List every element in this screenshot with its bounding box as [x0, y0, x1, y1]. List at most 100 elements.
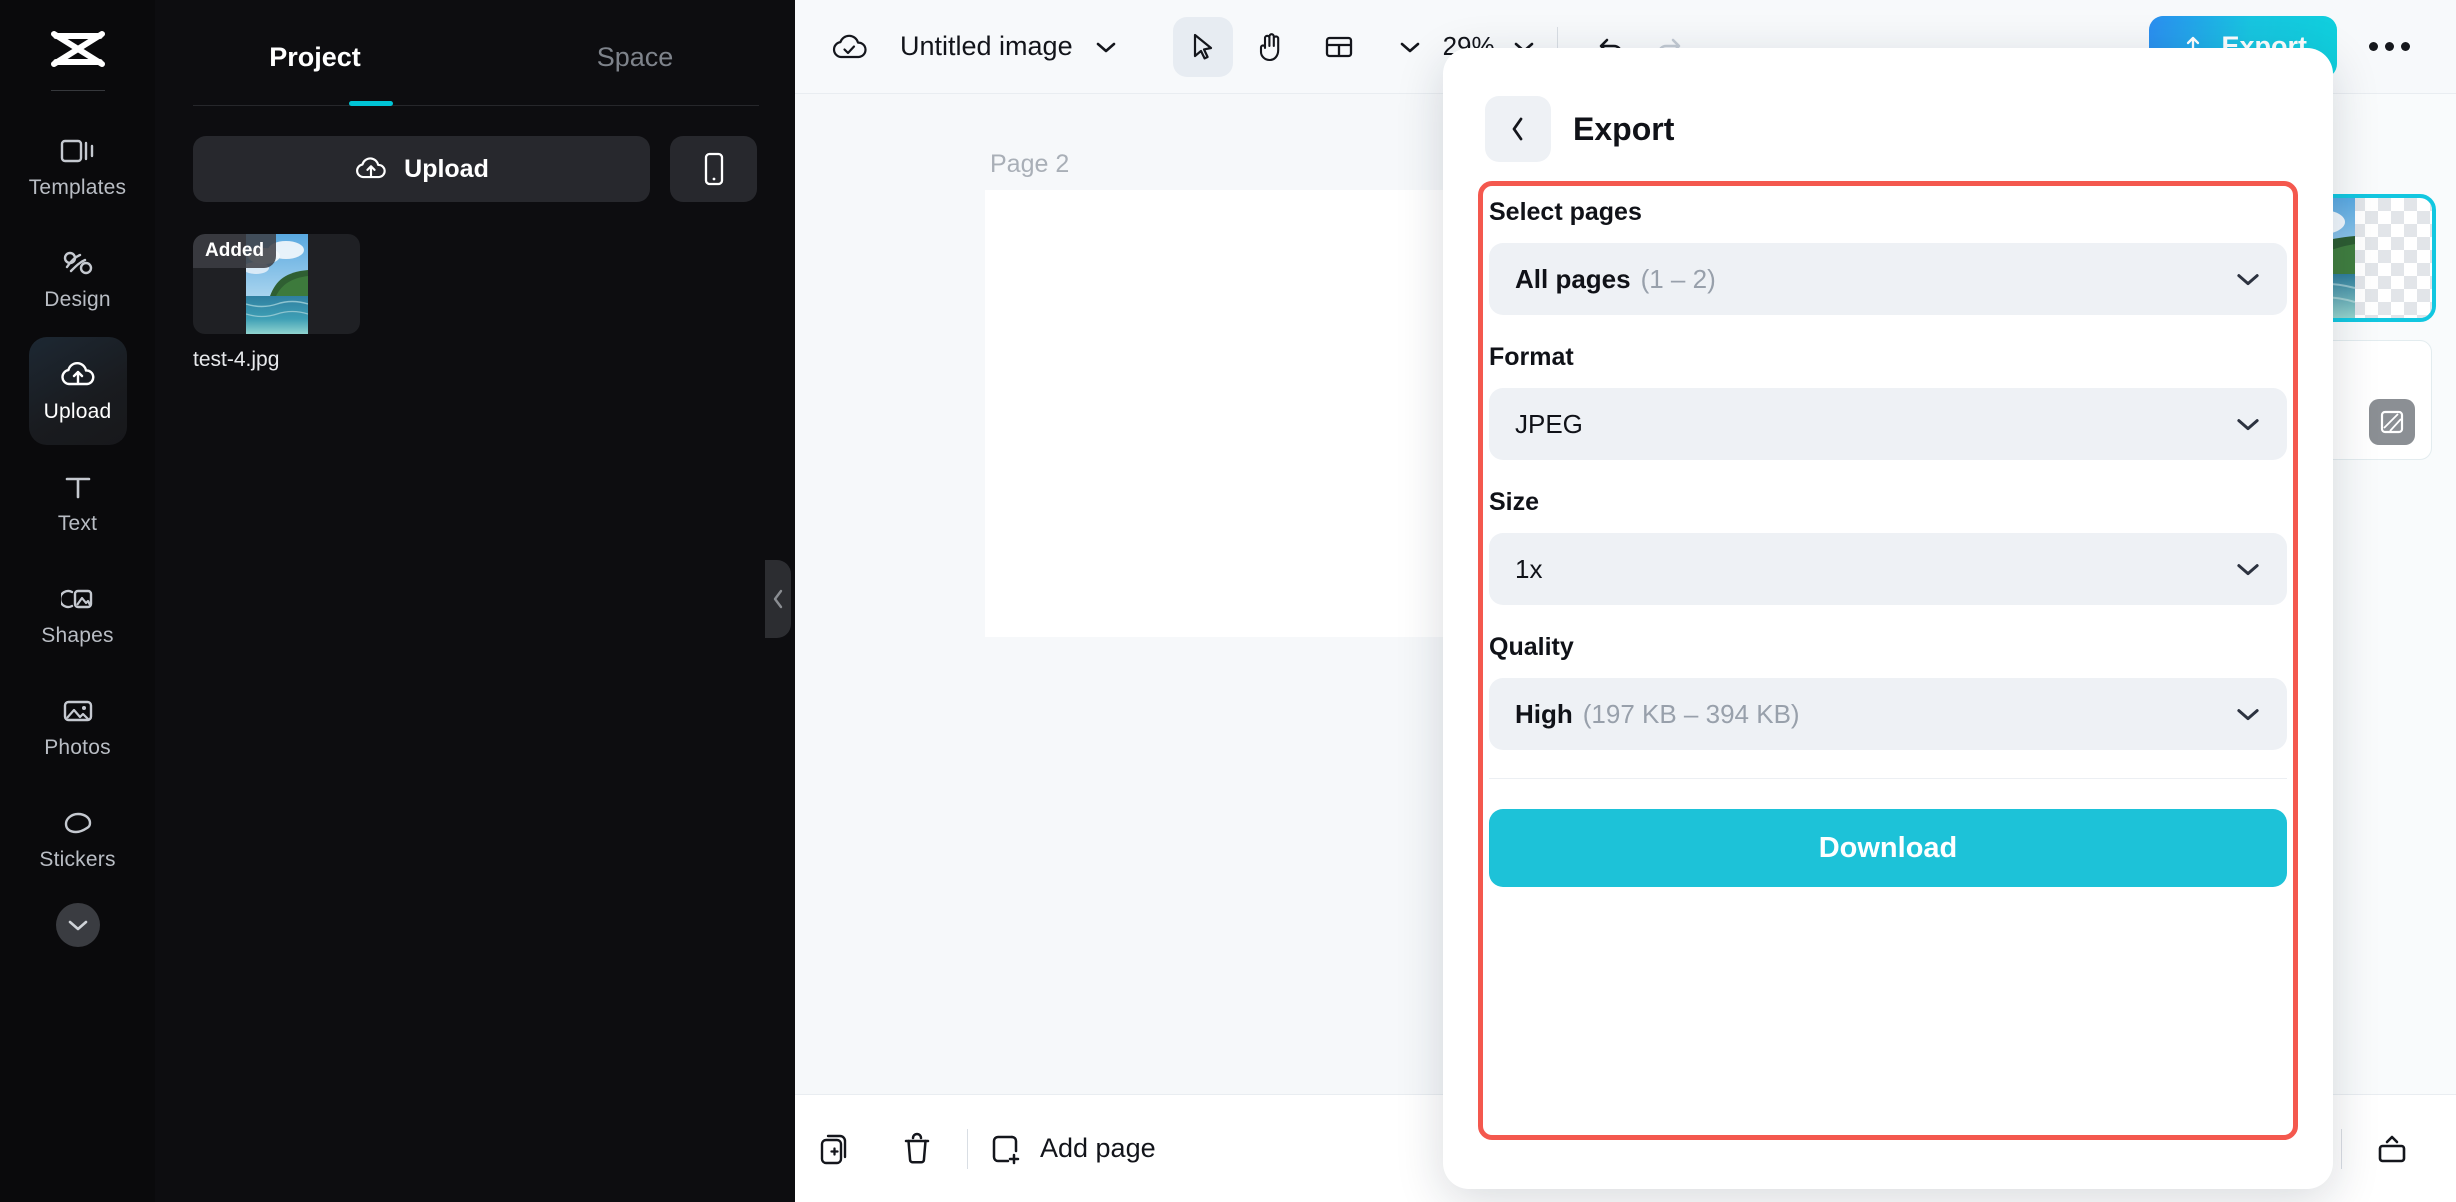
select-pages-value: All pages — [1515, 263, 1631, 294]
upload-cloud-icon — [58, 359, 98, 391]
more-horizontal-icon[interactable] — [2355, 28, 2424, 65]
cloud-saved-icon — [830, 31, 868, 63]
add-page-label: Add page — [1040, 1133, 1156, 1163]
sidebar-item-design[interactable]: Design — [29, 225, 127, 333]
export-panel: Export Select pages All pages (1 – 2) Fo… — [1443, 48, 2333, 1189]
sidebar-item-photos[interactable]: Photos — [29, 673, 127, 781]
sidebar-item-text[interactable]: Text — [29, 449, 127, 557]
asset-list: Added test-4.jpg — [155, 202, 795, 372]
size-dropdown[interactable]: 1x — [1489, 533, 2287, 605]
sidebar-item-label: Text — [57, 511, 98, 535]
upload-from-phone-button[interactable] — [670, 136, 757, 202]
chevron-down-icon[interactable] — [1095, 40, 1117, 54]
sidebar-item-label: Stickers — [39, 847, 116, 871]
left-rail: Templates Design Upload Text Shapes Phot… — [0, 0, 155, 1202]
field-label: Format — [1489, 343, 1574, 371]
upload-button[interactable]: Upload — [193, 136, 650, 202]
shapes-icon — [58, 583, 98, 615]
size-value: 1x — [1515, 553, 1543, 584]
project-panel: Project Space Upload Added test-4.jpg — [155, 0, 795, 1202]
sidebar-item-label: Photos — [44, 735, 111, 759]
list-item[interactable]: Added test-4.jpg — [193, 234, 360, 372]
present-icon — [2375, 1133, 2409, 1165]
select-tool-button[interactable] — [1172, 16, 1233, 77]
sidebar-item-templates[interactable]: Templates — [29, 113, 127, 221]
export-panel-divider — [1489, 778, 2287, 779]
select-pages-range: (1 – 2) — [1640, 263, 1716, 294]
document-title[interactable]: Untitled image — [900, 31, 1073, 62]
asset-thumbnail[interactable]: Added — [193, 234, 360, 334]
duplicate-page-button[interactable] — [807, 1121, 863, 1177]
capcut-logo-icon[interactable] — [46, 22, 110, 76]
sidebar-item-stickers[interactable]: Stickers — [29, 785, 127, 893]
chevron-left-icon — [771, 588, 785, 610]
cursor-arrow-icon — [1189, 32, 1217, 62]
chevron-down-icon — [67, 918, 89, 932]
tab-space[interactable]: Space — [475, 34, 795, 73]
chevron-down-icon[interactable] — [1399, 40, 1421, 54]
hand-tool-button[interactable] — [1241, 17, 1301, 77]
mobile-phone-icon — [702, 152, 726, 186]
project-tabs: Project Space — [155, 0, 795, 106]
design-icon — [58, 247, 98, 279]
present-button[interactable] — [2364, 1121, 2420, 1177]
export-panel-header: Export — [1443, 48, 2333, 162]
bottom-toolbar-right — [2319, 1121, 2456, 1177]
chevron-down-icon — [2235, 416, 2261, 432]
field-label: Size — [1489, 488, 1540, 516]
tab-active-indicator — [349, 101, 393, 106]
select-pages-dropdown[interactable]: All pages (1 – 2) — [1489, 243, 2287, 315]
field-format: Format JPEG — [1489, 343, 2287, 460]
sidebar-item-label: Design — [44, 287, 111, 311]
page-label: Page 2 — [990, 150, 1070, 178]
field-size: Size 1x — [1489, 488, 2287, 605]
text-icon — [58, 471, 98, 503]
status-badge: Added — [193, 234, 277, 268]
delete-page-button[interactable] — [889, 1121, 945, 1177]
placeholder-icon — [2369, 399, 2415, 445]
chevron-down-icon — [2235, 706, 2261, 722]
bottom-toolbar-divider — [967, 1128, 968, 1169]
asset-filename: test-4.jpg — [193, 348, 280, 371]
upload-row: Upload — [155, 106, 795, 202]
hand-icon — [1256, 31, 1286, 63]
duplicate-page-icon — [819, 1132, 851, 1166]
quality-value: High — [1515, 698, 1573, 729]
bottom-right-divider — [2341, 1128, 2342, 1169]
sidebar-item-shapes[interactable]: Shapes — [29, 561, 127, 669]
tab-project[interactable]: Project — [155, 34, 475, 73]
stickers-icon — [58, 807, 98, 839]
sidebar-item-label: Shapes — [41, 623, 114, 647]
chevron-left-icon — [1509, 115, 1527, 143]
field-quality: Quality High (197 KB – 394 KB) — [1489, 633, 2287, 750]
export-panel-title: Export — [1573, 110, 1675, 147]
collapse-panel-handle[interactable] — [765, 560, 791, 638]
sidebar-item-label: Templates — [28, 175, 127, 199]
rail-divider — [50, 90, 105, 91]
sidebar-item-label: Upload — [43, 399, 112, 423]
field-select-pages: Select pages All pages (1 – 2) — [1489, 198, 2287, 315]
templates-icon — [58, 135, 98, 167]
add-page-button[interactable]: Add page — [990, 1132, 1156, 1166]
add-page-icon — [990, 1132, 1022, 1166]
export-back-button[interactable] — [1485, 96, 1551, 162]
upload-button-label: Upload — [404, 154, 489, 183]
quality-dropdown[interactable]: High (197 KB – 394 KB) — [1489, 678, 2287, 750]
quality-filesize-range: (197 KB – 394 KB) — [1582, 698, 1800, 729]
field-label: Select pages — [1489, 198, 1642, 226]
rail-expand-more-button[interactable] — [55, 903, 100, 947]
layout-tool-button[interactable] — [1309, 17, 1369, 77]
tabs-rule — [193, 105, 759, 106]
chevron-down-icon — [2235, 561, 2261, 577]
download-button[interactable]: Download — [1489, 809, 2287, 887]
tool-group — [1172, 16, 1421, 77]
sidebar-item-upload[interactable]: Upload — [28, 337, 127, 445]
upload-cloud-icon — [354, 156, 388, 182]
chevron-down-icon — [2235, 271, 2261, 287]
photos-icon — [58, 695, 98, 727]
export-panel-body: Select pages All pages (1 – 2) Format JP… — [1443, 162, 2333, 887]
format-dropdown[interactable]: JPEG — [1489, 388, 2287, 460]
format-value: JPEG — [1515, 408, 1583, 439]
trash-icon — [902, 1132, 932, 1166]
field-label: Quality — [1489, 633, 1574, 661]
